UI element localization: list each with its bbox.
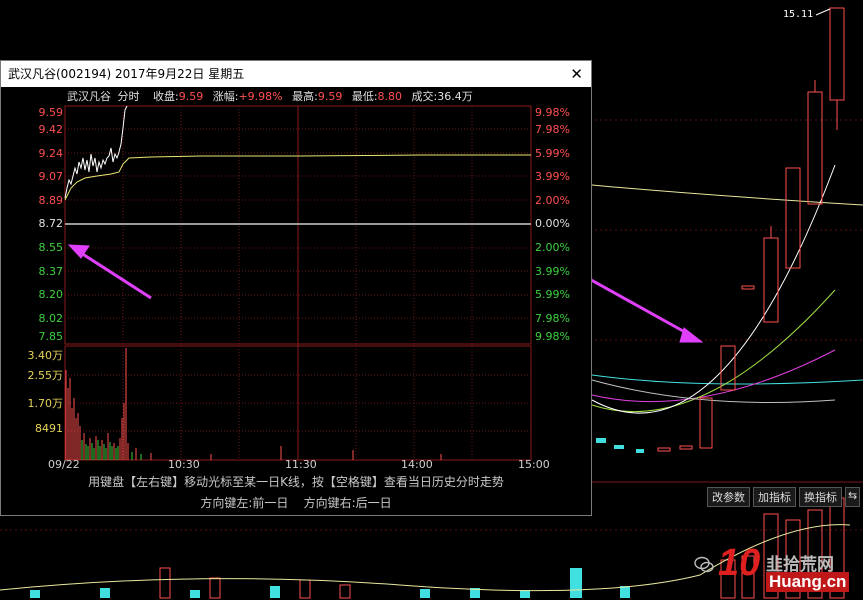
pct-label: 3.99%: [535, 265, 570, 278]
price-label: 7.85: [38, 330, 64, 343]
keyboard-hint-line1: 用键盘【左右键】移动光标至某一日K线，按【空格键】查看当日历史分时走势: [88, 475, 504, 489]
price-label: 8.20: [38, 288, 64, 301]
pct-label: 3.99%: [535, 170, 570, 183]
time-label: 11:30: [285, 458, 317, 471]
intraday-chart[interactable]: [1, 88, 591, 468]
wechat-icon: [694, 556, 714, 573]
ma-line-green: [591, 289, 836, 413]
pct-label: 7.98%: [535, 312, 570, 325]
volume-axis-label: 2.55万: [27, 369, 64, 382]
volume-axis-label: 8491: [35, 422, 63, 435]
indicator-toolbar: 改参数 加指标 换指标 ⇆: [707, 487, 861, 507]
time-label: 09/22: [48, 458, 80, 471]
price-tag-arrow: [815, 8, 831, 16]
price-label: 8.37: [38, 265, 64, 278]
pct-label: 5.99%: [535, 147, 570, 160]
price-label: 9.59: [38, 106, 64, 119]
ma-line-magenta: [591, 349, 836, 403]
intraday-volume-bars-down: [81, 440, 142, 460]
price-tag-max: 15.11: [783, 9, 814, 20]
modify-params-button[interactable]: 改参数: [707, 487, 750, 507]
pct-label: 0.00%: [535, 217, 570, 230]
pct-label: 7.98%: [535, 123, 570, 136]
ma-line-white: [591, 164, 836, 414]
change-indicator-button[interactable]: 换指标: [799, 487, 842, 507]
time-label: 15:00: [518, 458, 550, 471]
watermark: 10 韭拾荒网 Huang.cn: [694, 542, 862, 598]
pct-label: 2.00%: [535, 241, 570, 254]
pct-label: 5.99%: [535, 288, 570, 301]
popup-titlebar[interactable]: 武汉凡谷(002194) 2017年9月22日 星期五 ✕: [1, 61, 591, 87]
time-label: 14:00: [401, 458, 433, 471]
price-label: 8.02: [38, 312, 64, 325]
annotation-arrow-left: [67, 244, 152, 300]
add-indicator-button[interactable]: 加指标: [753, 487, 796, 507]
time-label: 10:30: [168, 458, 200, 471]
volume-axis-label: 3.40万: [27, 349, 64, 362]
close-icon[interactable]: ✕: [570, 61, 583, 87]
volume-bars-down: [30, 568, 630, 598]
price-label: 8.89: [38, 194, 64, 207]
price-label: 8.55: [38, 241, 64, 254]
intraday-popup-window: 武汉凡谷(002194) 2017年9月22日 星期五 ✕ 武汉凡谷 分时 收盘…: [0, 60, 592, 516]
intraday-volume-bars-up: [65, 348, 442, 460]
price-label: 9.24: [38, 147, 64, 160]
price-label: 9.07: [38, 170, 64, 183]
pct-label: 9.98%: [535, 106, 570, 119]
popup-title: 武汉凡谷(002194) 2017年9月22日 星期五: [8, 67, 245, 81]
down-candles: [596, 438, 644, 453]
swap-icon[interactable]: ⇆: [845, 487, 861, 507]
keyboard-hint-line2: 方向键左:前一日 方向键右:后一日: [200, 496, 392, 510]
price-label: 8.72: [38, 217, 64, 230]
watermark-domain: Huang.cn: [766, 572, 850, 592]
volume-axis-label: 1.70万: [27, 397, 64, 410]
price-label: 9.42: [38, 123, 64, 136]
pct-label: 2.00%: [535, 194, 570, 207]
watermark-logo-number: 10: [718, 542, 761, 584]
pct-label: 9.98%: [535, 330, 570, 343]
